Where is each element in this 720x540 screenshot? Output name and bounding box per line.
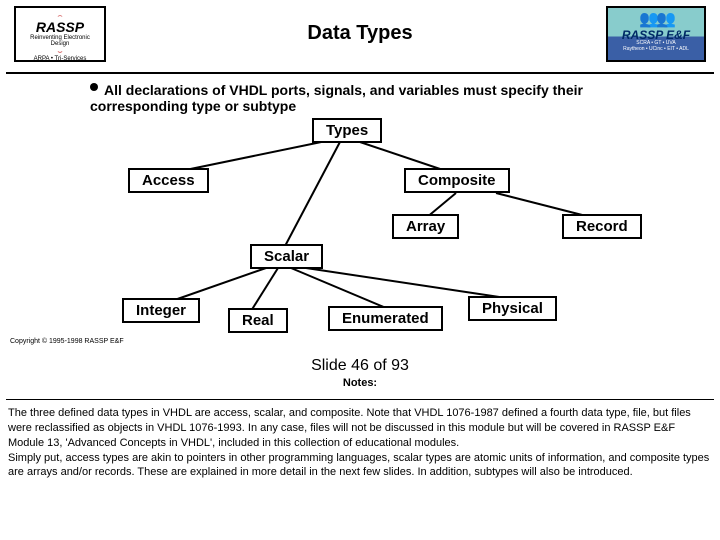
notes-paragraph-1: The three defined data types in VHDL are… bbox=[8, 406, 712, 451]
notes-heading: Notes: bbox=[0, 377, 720, 393]
logo-right-sub2: Raytheon • UCinc • EIT • ADL bbox=[612, 47, 700, 52]
node-access: Access bbox=[128, 168, 209, 193]
notes-separator bbox=[6, 399, 714, 400]
bullet-dot-icon bbox=[90, 83, 98, 91]
bullet-text: All declarations of VHDL ports, signals,… bbox=[90, 82, 583, 114]
slide-header: ⌢ RASSP Reinventing Electronic Design ⌣ … bbox=[6, 0, 714, 74]
node-array: Array bbox=[392, 214, 459, 239]
node-physical: Physical bbox=[468, 296, 557, 321]
arc-bottom-icon: ⌣ bbox=[20, 48, 100, 56]
logo-left-foot: ARPA • Tri-Services bbox=[20, 56, 100, 62]
notes-paragraph-2: Simply put, access types are akin to poi… bbox=[8, 451, 712, 481]
node-integer: Integer bbox=[122, 298, 200, 323]
node-real: Real bbox=[228, 308, 288, 333]
rassp-logo-right: 👥👥 RASSP E&F SCRA • GT • UVA Raytheon • … bbox=[606, 6, 706, 62]
node-composite: Composite bbox=[404, 168, 510, 193]
node-enumerated: Enumerated bbox=[328, 306, 443, 331]
node-scalar: Scalar bbox=[250, 244, 323, 269]
node-record: Record bbox=[562, 214, 642, 239]
main-bullet: All declarations of VHDL ports, signals,… bbox=[90, 82, 660, 114]
type-hierarchy-diagram: Types Access Composite Array Record Scal… bbox=[6, 118, 714, 338]
people-icon: 👥👥 bbox=[612, 12, 700, 29]
notes-body: The three defined data types in VHDL are… bbox=[8, 406, 712, 480]
copyright-text: Copyright © 1995-1998 RASSP E&F bbox=[10, 338, 710, 345]
node-types: Types bbox=[312, 118, 382, 143]
slide-number: Slide 46 of 93 bbox=[0, 357, 720, 375]
